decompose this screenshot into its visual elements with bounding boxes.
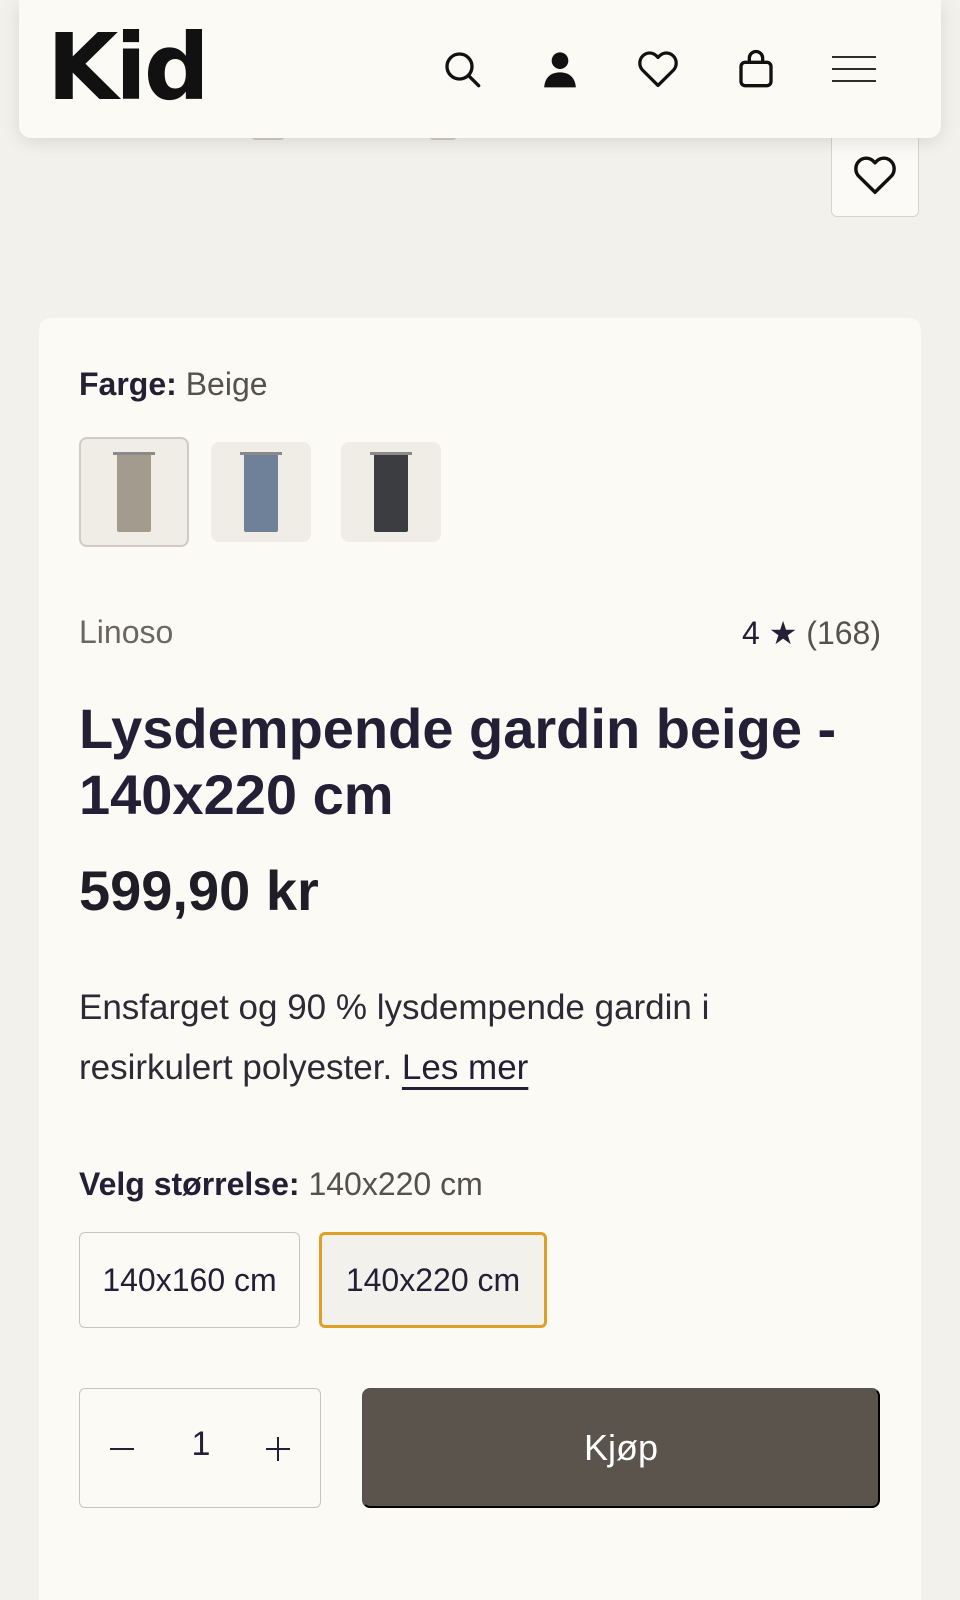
color-label: Farge: (79, 366, 177, 402)
rating[interactable]: 4 ★ (168) (742, 614, 881, 652)
curtain-thumbnail (240, 452, 282, 532)
size-selector-label: Velg størrelse: 140x220 cm (79, 1166, 483, 1203)
search-button[interactable] (437, 44, 487, 94)
heart-icon (854, 156, 896, 194)
read-more-link[interactable]: Les mer (402, 1048, 528, 1087)
site-header: Kid (19, 0, 941, 138)
heart-icon (638, 51, 678, 88)
color-swatch-beige[interactable] (79, 437, 189, 547)
size-label: Velg størrelse: (79, 1166, 300, 1202)
product-info-card: Farge: Beige Linoso 4 ★ (168) Lysdempend… (39, 318, 921, 1600)
buy-button[interactable]: Kjøp (362, 1388, 880, 1508)
hamburger-menu-icon (832, 56, 876, 82)
size-option-140x160[interactable]: 140x160 cm (79, 1232, 300, 1328)
add-to-wishlist-button[interactable] (831, 133, 919, 217)
user-icon (544, 52, 576, 88)
rating-count: (168) (806, 615, 881, 651)
color-swatch-blue[interactable] (211, 442, 311, 542)
search-icon (445, 52, 481, 88)
wishlist-button[interactable] (633, 44, 683, 94)
plus-icon (266, 1437, 290, 1461)
size-option-140x220[interactable]: 140x220 cm (319, 1232, 547, 1328)
brand-name[interactable]: Linoso (79, 614, 173, 651)
product-price: 599,90 kr (79, 859, 319, 922)
increase-quantity-button[interactable] (248, 1419, 308, 1479)
cart-button[interactable] (731, 44, 781, 94)
product-title: Lysdempende gardin beige - 140x220 cm (79, 697, 837, 826)
account-button[interactable] (535, 44, 585, 94)
size-value: 140x220 cm (308, 1166, 483, 1202)
shopping-bag-icon (739, 49, 773, 88)
minus-icon (110, 1448, 134, 1450)
quantity-value[interactable]: 1 (180, 1425, 222, 1464)
description-text: Ensfarget og 90 % lysdempende gardin i r… (79, 988, 710, 1087)
star-icon: ★ (768, 615, 798, 651)
logo[interactable]: Kid (47, 22, 210, 114)
quantity-stepper: 1 (79, 1388, 321, 1508)
curtain-thumbnail (113, 452, 155, 532)
rating-value: 4 (742, 615, 760, 651)
decrease-quantity-button[interactable] (92, 1419, 152, 1479)
product-description: Ensfarget og 90 % lysdempende gardin i r… (79, 978, 859, 1098)
color-swatch-black[interactable] (341, 442, 441, 542)
menu-button[interactable] (829, 44, 879, 94)
curtain-thumbnail (370, 452, 412, 532)
color-value: Beige (185, 366, 268, 402)
color-selector-label: Farge: Beige (79, 366, 268, 403)
